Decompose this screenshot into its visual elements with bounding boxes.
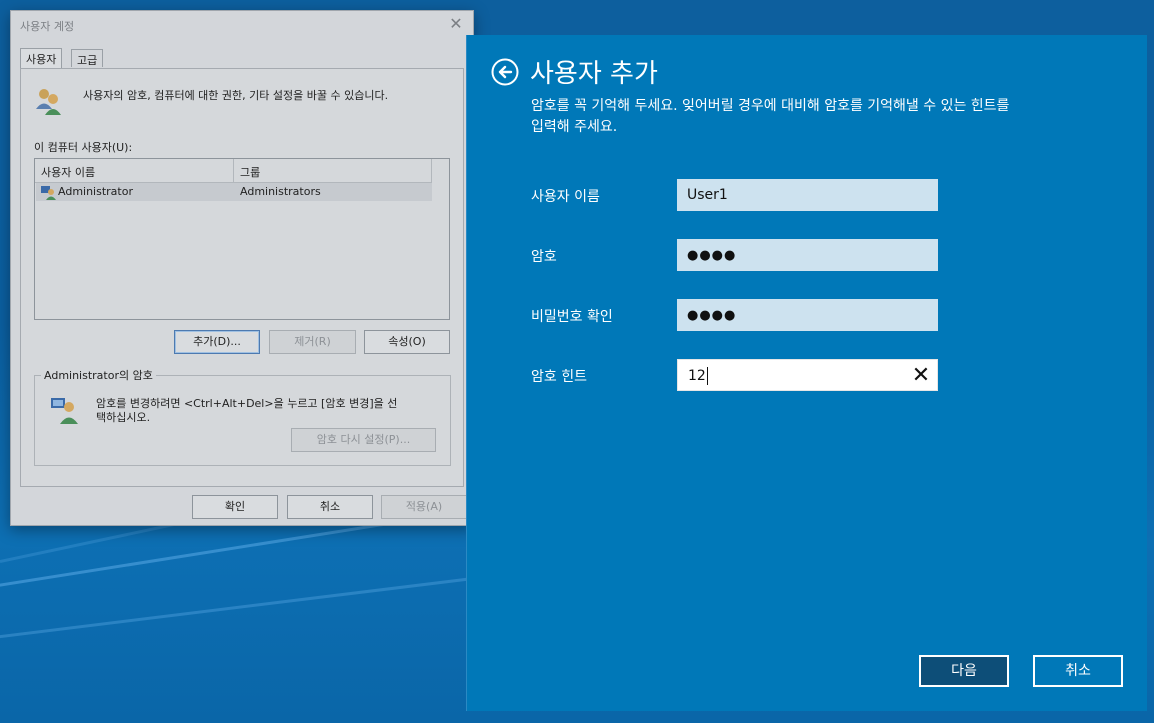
clear-icon[interactable]: ✕ [911, 365, 931, 387]
dialog-description: 사용자의 암호, 컴퓨터에 대한 권한, 기타 설정을 바꿀 수 있습니다. [83, 89, 389, 102]
table-row[interactable]: Administrator Administrators [36, 183, 432, 201]
cancel-button[interactable]: 취소 [287, 495, 373, 519]
user-row-icon [41, 186, 56, 200]
column-header-group-label: 그룹 [240, 166, 261, 179]
confirm-password-field[interactable]: ●●●● [677, 299, 938, 331]
add-user-panel: 사용자 추가 암호를 꼭 기억해 두세요. 잊어버릴 경우에 대비해 암호를 기… [466, 35, 1147, 711]
user-password-icon [51, 398, 78, 424]
password-hint-value: 12 [688, 368, 706, 384]
tab-advanced[interactable]: 고급 [71, 49, 104, 67]
remove-user-button[interactable]: 제거(R) [269, 330, 356, 354]
add-user-button[interactable]: 추가(D)... [174, 330, 260, 354]
confirm-password-value: ●●●● [687, 308, 737, 323]
text-caret [706, 367, 708, 385]
dialog-title: 사용자 계정 [20, 20, 75, 33]
username-field[interactable]: User1 [677, 179, 938, 211]
users-icon [36, 89, 61, 115]
next-button[interactable]: 다음 [919, 655, 1009, 687]
close-icon[interactable]: ✕ [447, 15, 465, 33]
confirm-password-label: 비밀번호 확인 [531, 309, 613, 325]
password-field[interactable]: ●●●● [677, 239, 938, 271]
reset-password-button[interactable]: 암호 다시 설정(P)... [291, 428, 436, 452]
cancel-add-user-button[interactable]: 취소 [1033, 655, 1123, 687]
page-title: 사용자 추가 [530, 59, 658, 89]
instruction-line-1: 암호를 꼭 기억해 두세요. 잊어버릴 경우에 대비해 암호를 기억해낼 수 있… [531, 98, 1010, 114]
password-group-label: Administrator의 암호 [41, 367, 156, 383]
tab-users[interactable]: 사용자 [20, 48, 63, 69]
password-hint-label: 암호 힌트 [531, 369, 587, 385]
user-accounts-dialog: 사용자 계정 ✕ 사용자 고급 사용자의 암호, 컴퓨터에 대한 권한, 기타 … [10, 10, 474, 526]
column-header-username-label: 사용자 이름 [41, 166, 96, 179]
ok-button[interactable]: 확인 [192, 495, 278, 519]
password-group-text-2: 택하십시오. [96, 411, 151, 424]
users-list-label: 이 컴퓨터 사용자(U): [34, 141, 133, 154]
username-label: 사용자 이름 [531, 189, 600, 205]
username-value: User1 [687, 187, 728, 203]
properties-button[interactable]: 속성(O) [364, 330, 450, 354]
wallpaper-streak [0, 576, 477, 643]
apply-button[interactable]: 적용(A) [381, 495, 467, 519]
instruction-line-2: 입력해 주세요. [531, 119, 618, 135]
users-list[interactable]: 사용자 이름 그룹 Administrator Administrators [34, 158, 450, 320]
tab-users-label: 사용자 [26, 53, 57, 66]
password-label: 암호 [531, 249, 557, 265]
password-value: ●●●● [687, 248, 737, 263]
tab-advanced-label: 고급 [77, 54, 98, 67]
dialog-titlebar[interactable]: 사용자 계정 ✕ [11, 11, 473, 39]
instruction-text: 암호를 꼭 기억해 두세요. 잊어버릴 경우에 대비해 암호를 기억해낼 수 있… [531, 96, 1111, 138]
password-hint-field[interactable]: 12 ✕ [677, 359, 938, 391]
column-header-group[interactable]: 그룹 [234, 159, 432, 183]
column-header-username[interactable]: 사용자 이름 [35, 159, 234, 183]
row-username: Administrator [58, 185, 133, 198]
back-arrow-icon[interactable] [491, 58, 519, 86]
row-group: Administrators [240, 185, 321, 198]
